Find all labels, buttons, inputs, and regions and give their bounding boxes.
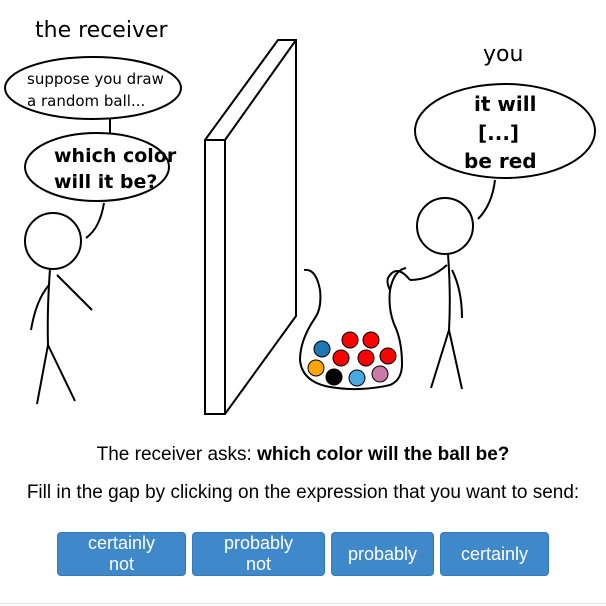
- ball: [332, 349, 350, 367]
- receiver-label: the receiver: [35, 18, 168, 43]
- ball: [325, 368, 343, 386]
- you-speech-tail: [477, 179, 496, 220]
- instruction-text: Fill in the gap by clicking on the expre…: [26, 482, 580, 503]
- ball: [313, 340, 331, 358]
- you-figure: [409, 197, 474, 390]
- answer-certainly-not-button[interactable]: certainly not: [57, 532, 186, 576]
- receiver-bubble-top-line-1: suppose you draw: [27, 70, 164, 88]
- question-text: The receiver asks: which color will the …: [0, 444, 606, 466]
- ball: [362, 331, 380, 349]
- receiver-bubble-bottom-line-2: will it be?: [54, 171, 157, 193]
- ball: [357, 349, 375, 367]
- you-bubble-line-1: it will: [474, 92, 536, 116]
- answer-certainly-button[interactable]: certainly: [440, 532, 549, 576]
- answer-probably-not-button[interactable]: probably not: [192, 532, 325, 576]
- question-emphasis: which color will the ball be?: [257, 444, 510, 465]
- you-bubble: it will [...] be red: [414, 83, 596, 179]
- question-prefix: The receiver asks:: [96, 444, 258, 465]
- ball: [371, 365, 389, 383]
- divider: [0, 603, 606, 604]
- receiver-bubble-bottom-line-1: which color: [54, 145, 177, 167]
- you-bubble-line-3: be red: [464, 149, 537, 173]
- ball: [341, 331, 359, 349]
- balls-group: [307, 331, 397, 387]
- wall: [204, 39, 297, 415]
- ball: [348, 369, 366, 387]
- illustration: the receiver you suppose you draw a rand…: [4, 18, 596, 415]
- ball: [307, 359, 325, 377]
- answer-probably-button[interactable]: probably: [331, 532, 434, 576]
- receiver-bubble-top: suppose you draw a random ball...: [4, 56, 182, 120]
- receiver-bubble-bottom: which color will it be?: [24, 132, 177, 202]
- ball: [379, 347, 397, 365]
- you-label: you: [483, 42, 523, 67]
- speech-tail: [85, 202, 105, 239]
- receiver-bubble-top-line-2: a random ball...: [27, 92, 145, 110]
- you-bubble-line-2: [...]: [478, 121, 519, 145]
- receiver-figure: [24, 212, 93, 405]
- answer-buttons: certainly not probably not probably cert…: [0, 532, 606, 576]
